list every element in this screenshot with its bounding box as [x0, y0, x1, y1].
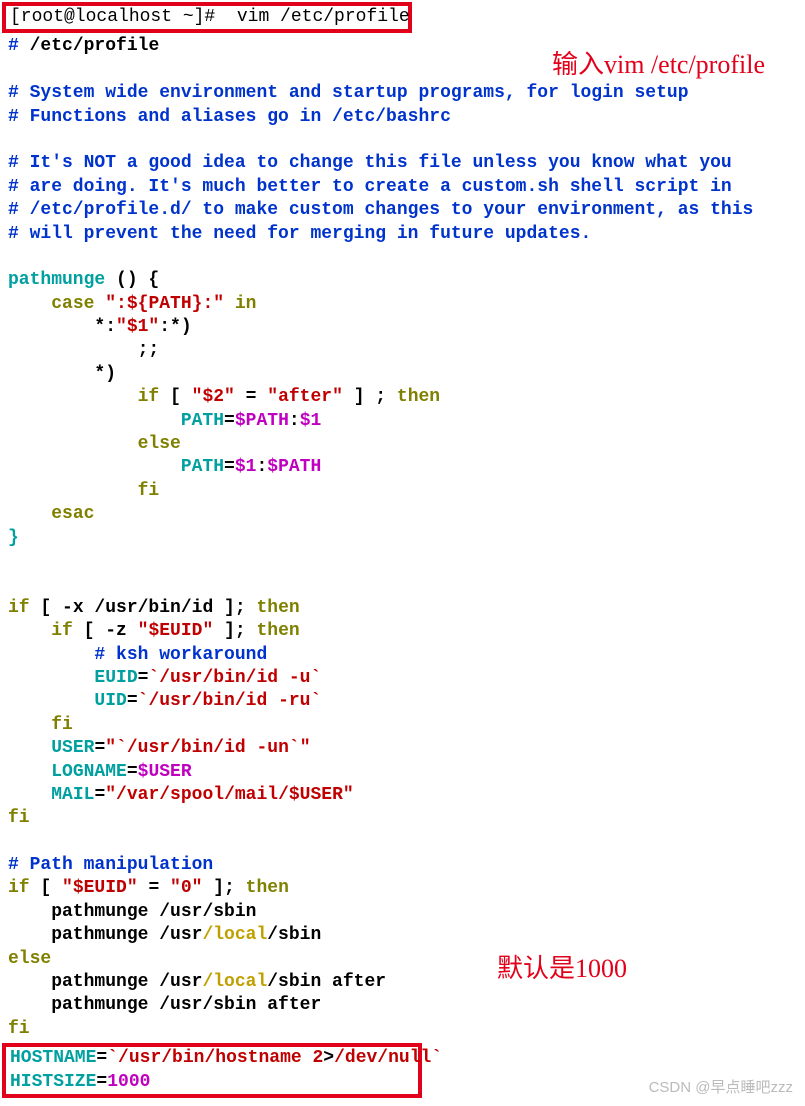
shell-prompt-line[interactable]: [root@localhost ~]# vim /etc/profile [10, 6, 404, 29]
hostname-highlight-box: HOSTNAME=`/usr/bin/hostname 2>/dev/null`… [2, 1043, 422, 1098]
comment-line: # are doing. It's much better to create … [8, 177, 732, 197]
annotation-input-command: 输入vim /etc/profile [552, 48, 765, 82]
hash-marker: # [8, 36, 19, 56]
comment-line: # It's NOT a good idea to change this fi… [8, 153, 732, 173]
case-keyword: case [51, 294, 94, 314]
hostname-lines[interactable]: HOSTNAME=`/usr/bin/hostname 2>/dev/null`… [10, 1047, 414, 1094]
annotation-default-1000: 默认是1000 [497, 952, 627, 986]
comment-line: # System wide environment and startup pr… [8, 83, 689, 103]
else-keyword: else [138, 434, 181, 454]
esac-keyword: esac [51, 504, 94, 524]
command-highlight-box: [root@localhost ~]# vim /etc/profile [2, 2, 412, 33]
func-name: pathmunge [8, 270, 105, 290]
terminal-screenshot: [root@localhost ~]# vim /etc/profile 输入v… [0, 0, 805, 1106]
comment-line: # Functions and aliases go in /etc/bashr… [8, 107, 451, 127]
vim-buffer[interactable]: # /etc/profile # System wide environment… [2, 35, 803, 1041]
fi-keyword: fi [138, 481, 160, 501]
if-keyword: if [138, 387, 160, 407]
file-path: /etc/profile [30, 36, 160, 56]
comment-line: # will prevent the need for merging in f… [8, 224, 591, 244]
comment-line: # /etc/profile.d/ to make custom changes… [8, 200, 753, 220]
csdn-watermark: CSDN @早点睡吧zzz [649, 1078, 793, 1098]
